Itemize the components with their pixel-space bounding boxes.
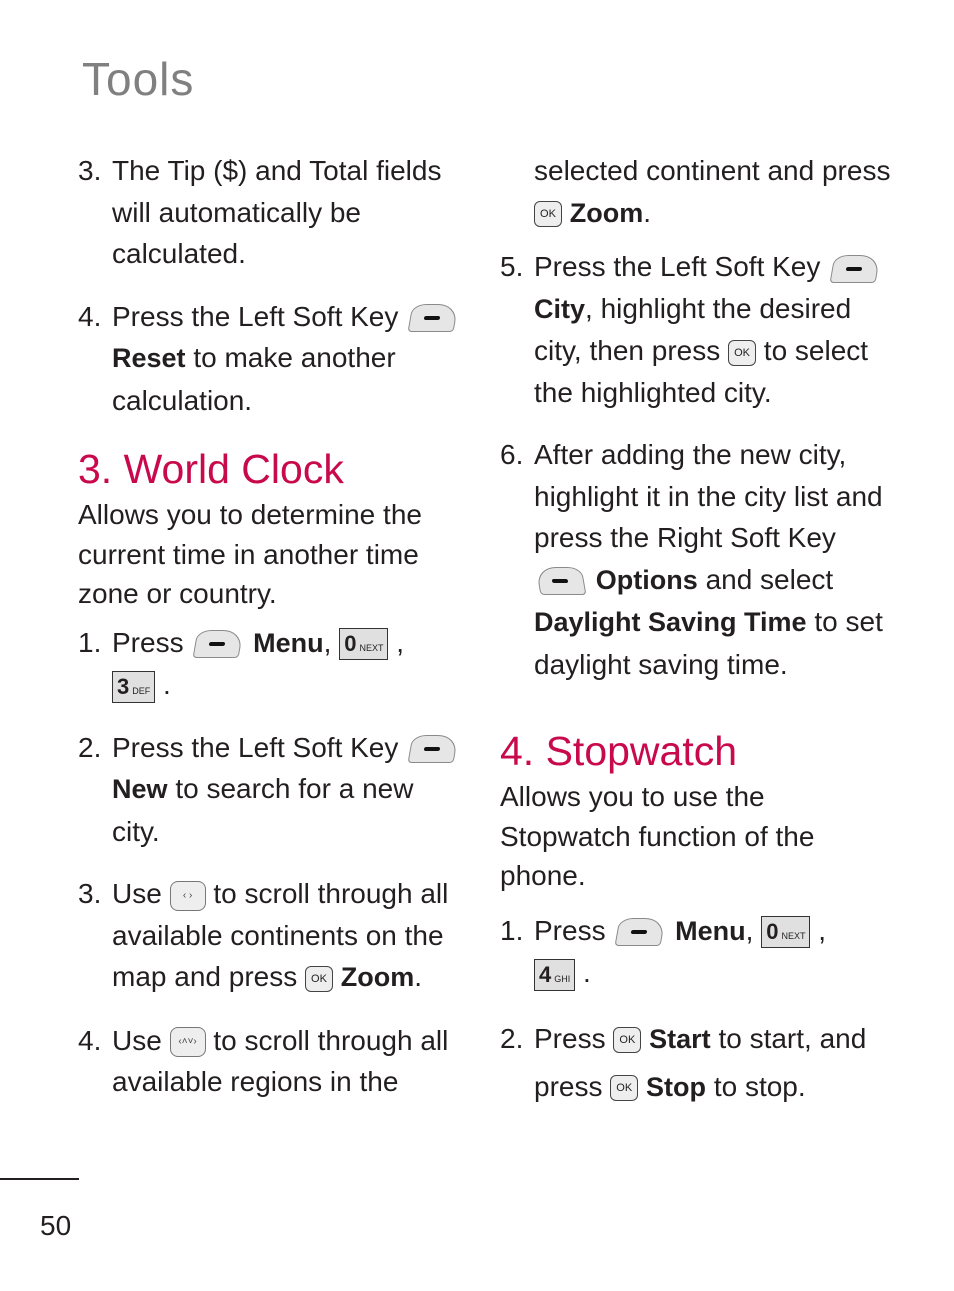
step-text: Press the Left Soft Key (112, 300, 399, 332)
left-soft-key-icon (829, 254, 881, 283)
step-number: 4. (78, 1024, 102, 1056)
world-clock-step-2: 2. Press the Left Soft Key New to search… (78, 727, 468, 853)
ok-key-icon: OK (728, 339, 757, 366)
zero-next-key-icon: 0 NEXT (339, 628, 389, 661)
left-column: 3. The Tip ($) and Total fields will aut… (78, 150, 468, 1103)
stopwatch-step-2: 2. Press OK Start to start, and press OK… (500, 1015, 900, 1111)
key-label: New (112, 774, 168, 804)
step-text: Press the Left Soft Key (534, 251, 821, 282)
world-clock-heading: 3. World Clock (78, 446, 344, 492)
action-label: Zoom (569, 197, 644, 228)
key-label: Options (595, 564, 698, 595)
left-soft-key-icon (192, 630, 244, 659)
step-text: Press (534, 1022, 606, 1054)
left-soft-key-icon (614, 918, 666, 947)
footer-rule (0, 1178, 79, 1180)
tip-step-4: 4. Press the Left Soft Key Reset to make… (78, 296, 468, 422)
world-clock-intro: Allows you to determine the current time… (78, 499, 422, 609)
key-label: City (534, 293, 586, 324)
ok-key-icon: OK (610, 1075, 639, 1102)
step-number: 3. (78, 155, 102, 186)
ok-key-icon: OK (534, 201, 562, 228)
step-number: 2. (500, 1022, 524, 1054)
four-way-nav-key-icon: ‹˄˅› (169, 1027, 206, 1058)
page-title: Tools (82, 53, 195, 105)
step-number: 4. (78, 300, 102, 332)
left-right-nav-key-icon: ‹ › (169, 880, 206, 911)
step-number: 3. (78, 878, 102, 909)
step-text: Press the Left Soft Key (112, 731, 399, 763)
page-number: 50 (40, 1210, 72, 1241)
stopwatch-intro: Allows you to use the Stopwatch function… (500, 781, 815, 891)
step-text: to scroll through all available regions … (112, 1024, 449, 1098)
stopwatch-step-1: 1. Press Menu, 0 NEXT , 4 GHI . (500, 910, 900, 994)
zero-next-key-icon: 0 NEXT (761, 916, 811, 949)
step-text: After adding the new city, highlight it … (534, 439, 883, 553)
menu-label: Menu (675, 915, 746, 946)
world-clock-step-5: 5. Press the Left Soft Key City, highlig… (500, 246, 900, 413)
step-number: 1. (500, 914, 524, 946)
left-soft-key-icon (407, 304, 459, 333)
step-text: to stop. (713, 1070, 806, 1102)
left-soft-key-icon (407, 735, 459, 764)
three-def-key-icon: 3 DEF (112, 670, 156, 703)
step-text: selected continent and press (534, 155, 891, 186)
tip-step-3: 3. The Tip ($) and Total fields will aut… (78, 150, 468, 275)
stop-label: Stop (646, 1071, 707, 1102)
ok-key-icon: OK (305, 965, 333, 992)
world-clock-step-3: 3. Use ‹ › to scroll through all availab… (78, 873, 468, 999)
world-clock-step-1: 1. Press Menu, 0 NEXT , 3 DEF . (78, 622, 468, 706)
step-number: 5. (500, 251, 524, 282)
step-text: The Tip ($) and Total fields will automa… (112, 155, 442, 269)
step-number: 1. (78, 626, 102, 658)
right-soft-key-icon (535, 567, 587, 596)
right-column: selected continent and press OK Zoom. 5.… (500, 150, 900, 1111)
step-text: Press (112, 626, 184, 658)
step-number: 2. (78, 731, 102, 763)
step-text: Use (112, 878, 162, 909)
step-number: 6. (500, 439, 524, 470)
world-clock-step-6: 6. After adding the new city, highlight … (500, 434, 900, 685)
key-label: Daylight Saving Time (534, 607, 807, 637)
step-text: Use (112, 1024, 162, 1056)
world-clock-step-4: 4. Use ‹˄˅› to scroll through all availa… (78, 1020, 468, 1103)
ok-key-icon: OK (613, 1027, 642, 1054)
step-text: and select (705, 563, 834, 595)
key-label: Reset (112, 343, 186, 373)
action-label: Zoom (340, 962, 415, 992)
four-ghi-key-icon: 4 GHI (534, 958, 576, 991)
stopwatch-heading: 4. Stopwatch (500, 728, 738, 774)
menu-label: Menu (253, 627, 324, 658)
step-text: Press (534, 914, 606, 946)
world-clock-step-4-continued: selected continent and press OK Zoom. (534, 155, 891, 228)
start-label: Start (649, 1023, 711, 1054)
